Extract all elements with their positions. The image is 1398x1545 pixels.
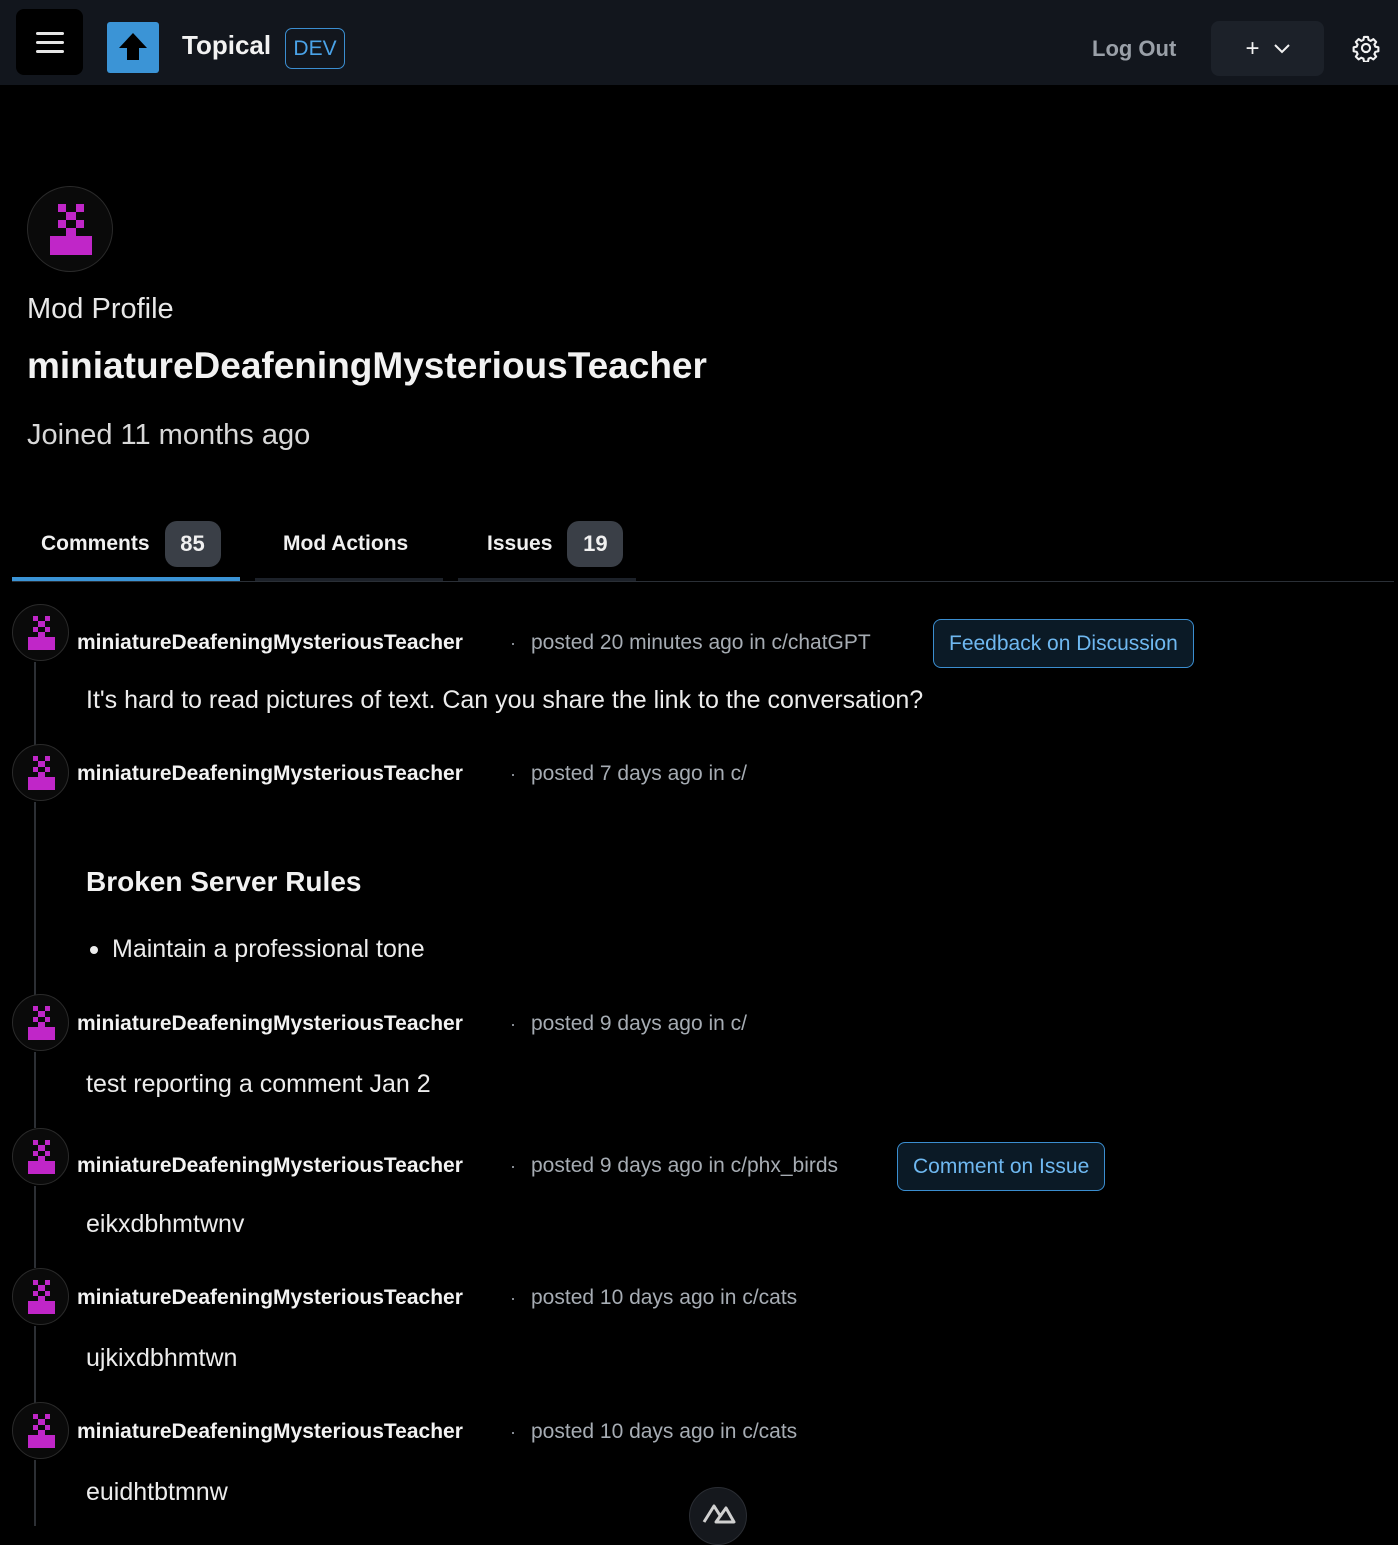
meta-separator: ·: [510, 1422, 516, 1442]
identicon-icon: [28, 616, 55, 650]
identicon-icon: [28, 756, 55, 790]
comment-body: ujkixdbhmtwn: [86, 1344, 238, 1372]
menu-icon-bar: [35, 40, 64, 44]
identicon-icon: [50, 204, 92, 255]
tab-count-badge: 85: [164, 520, 221, 567]
menu-icon-bar: [35, 49, 64, 53]
env-badge: DEV: [285, 28, 345, 69]
tab-label: Comments: [41, 531, 150, 555]
up-arrow-icon: [119, 33, 147, 60]
comment-meta: posted 9 days ago in c/phx_birds: [531, 1154, 839, 1177]
thread-line: [34, 1186, 36, 1268]
context-badge-link[interactable]: Feedback on Discussion: [933, 619, 1194, 668]
tab-issues[interactable]: Issues 19: [458, 510, 636, 581]
avatar[interactable]: [12, 994, 69, 1051]
tab-label: Issues: [487, 532, 553, 555]
comment-author-link[interactable]: miniatureDeafeningMysteriousTeacher: [77, 1012, 463, 1036]
page-subtitle: Mod Profile: [27, 293, 174, 325]
devtools-button[interactable]: [689, 1487, 747, 1545]
meta-separator: ·: [510, 1156, 516, 1176]
app-name[interactable]: Topical: [182, 30, 271, 61]
profile-tabs: Comments 85 Mod Actions Issues 19: [12, 510, 1394, 582]
comment-body: euidhtbtmnw: [86, 1478, 228, 1506]
top-navbar: Topical DEV Log Out +: [0, 0, 1398, 85]
context-badge-link[interactable]: Comment on Issue: [897, 1142, 1106, 1191]
chevron-down-icon: [1273, 43, 1290, 53]
comment-author-link[interactable]: miniatureDeafeningMysteriousTeacher: [77, 1286, 463, 1310]
joined-date: Joined 11 months ago: [27, 419, 311, 451]
comment-meta: posted 10 days ago in c/cats: [531, 1420, 798, 1443]
meta-separator: ·: [510, 764, 516, 784]
gear-icon[interactable]: [1352, 34, 1380, 62]
nuxt-logo-icon: [702, 1504, 736, 1524]
identicon-icon: [28, 1414, 55, 1448]
comment-author-link[interactable]: miniatureDeafeningMysteriousTeacher: [77, 1154, 463, 1178]
avatar[interactable]: [12, 1402, 69, 1459]
logo-upload-icon[interactable]: [107, 22, 159, 73]
avatar[interactable]: [12, 1128, 69, 1185]
tab-mod-actions[interactable]: Mod Actions: [255, 510, 443, 581]
create-dropdown-button[interactable]: +: [1211, 21, 1324, 76]
tab-count-badge: 19: [567, 521, 624, 567]
comment-author-link[interactable]: miniatureDeafeningMysteriousTeacher: [77, 631, 463, 655]
menu-button[interactable]: [16, 9, 83, 75]
thread-line: [34, 1460, 36, 1526]
meta-separator: ·: [510, 1288, 516, 1308]
meta-separator: ·: [510, 633, 516, 653]
avatar[interactable]: [12, 1268, 69, 1325]
comment-body: eikxdbhmtwnv: [86, 1210, 245, 1238]
create-plus-label: +: [1245, 34, 1260, 62]
profile-avatar: [27, 186, 113, 272]
bullet-icon: [90, 945, 98, 954]
comment-heading: Broken Server Rules: [86, 866, 362, 897]
comment-author-link[interactable]: miniatureDeafeningMysteriousTeacher: [77, 762, 463, 786]
logout-button[interactable]: Log Out: [1092, 36, 1176, 62]
list-item-text: Maintain a professional tone: [112, 935, 425, 963]
comment-body: test reporting a comment Jan 2: [86, 1070, 431, 1098]
identicon-icon: [28, 1140, 55, 1174]
comment-meta: posted 20 minutes ago in c/chatGPT: [531, 631, 871, 654]
thread-line: [34, 1326, 36, 1404]
comment-author-link[interactable]: miniatureDeafeningMysteriousTeacher: [77, 1420, 463, 1444]
tab-label: Mod Actions: [283, 532, 409, 555]
comment-meta: posted 7 days ago in c/: [531, 762, 747, 785]
tab-comments[interactable]: Comments 85: [12, 510, 240, 581]
page-title: miniatureDeafeningMysteriousTeacher: [27, 345, 707, 386]
identicon-icon: [28, 1280, 55, 1314]
avatar[interactable]: [12, 744, 69, 801]
thread-line: [34, 1052, 36, 1128]
menu-icon-bar: [35, 31, 64, 35]
comment-meta: posted 10 days ago in c/cats: [531, 1286, 798, 1309]
meta-separator: ·: [510, 1014, 516, 1034]
identicon-icon: [28, 1006, 55, 1040]
comment-meta: posted 9 days ago in c/: [531, 1012, 747, 1035]
comment-list-item: Maintain a professional tone: [90, 935, 425, 964]
avatar[interactable]: [12, 604, 69, 661]
thread-line: [34, 662, 36, 746]
comment-body: It's hard to read pictures of text. Can …: [86, 686, 924, 714]
thread-line: [34, 802, 36, 998]
